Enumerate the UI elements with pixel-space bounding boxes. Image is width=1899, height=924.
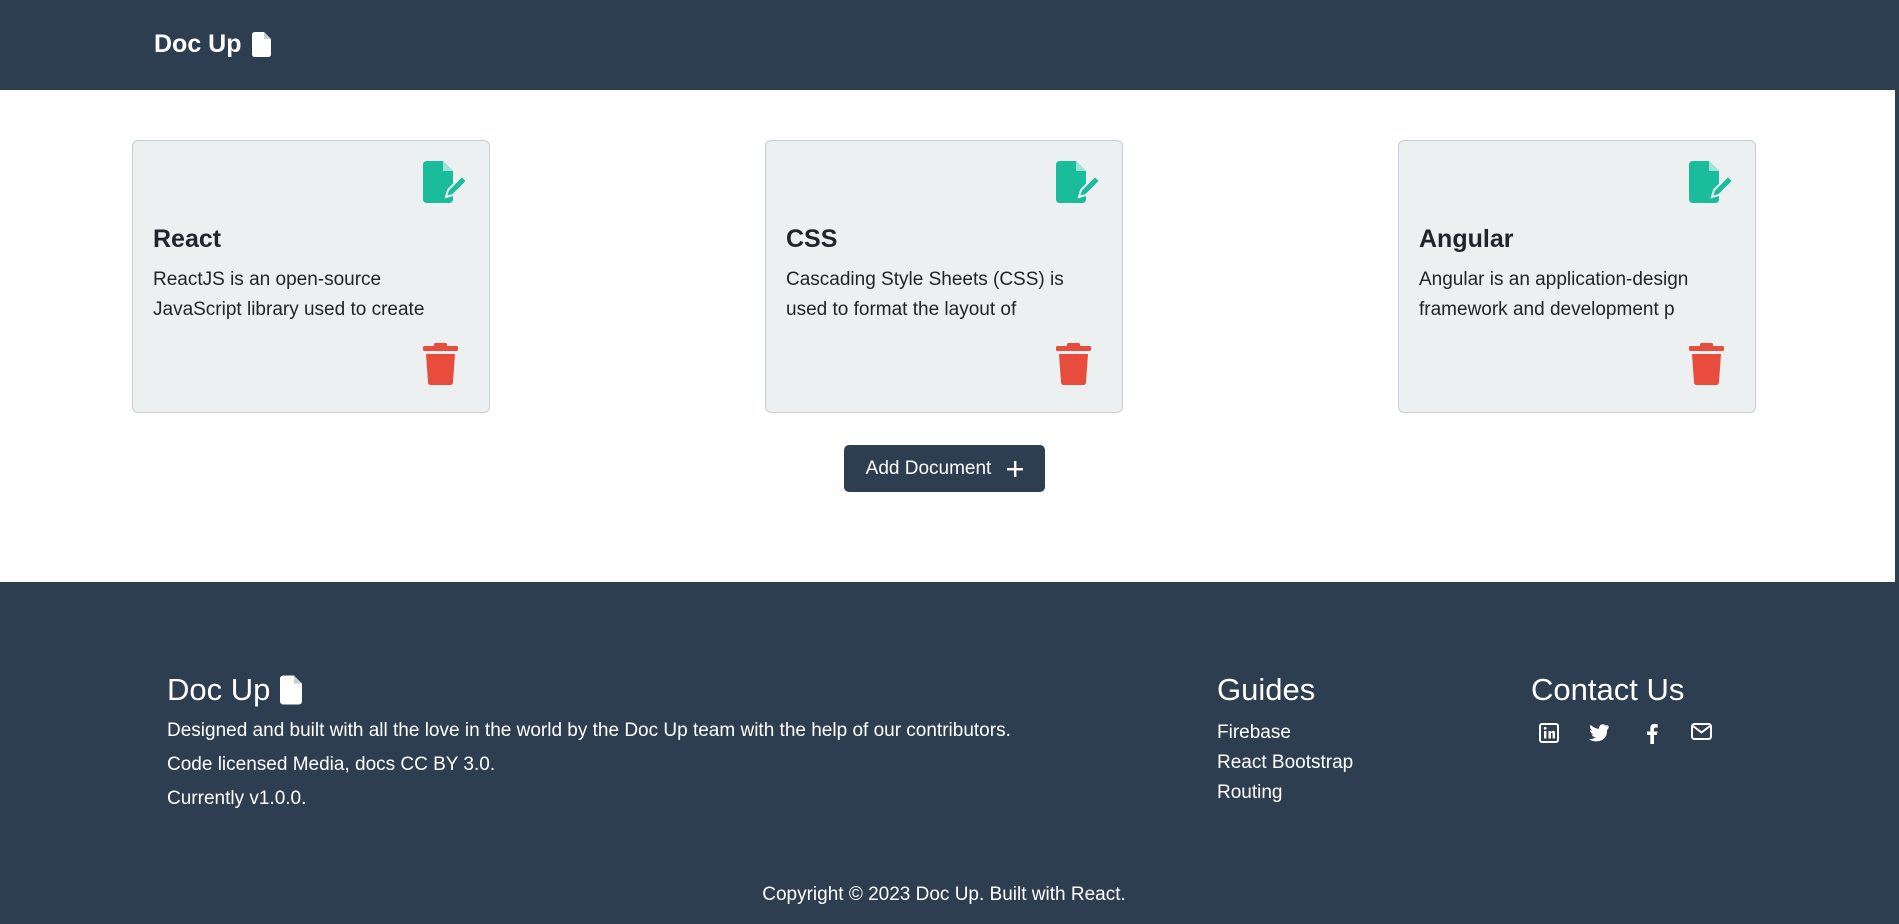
navbar: Doc Up — [0, 0, 1895, 90]
trash-icon[interactable] — [423, 343, 458, 385]
document-excerpt: ReactJS is an open-source JavaScript lib… — [153, 269, 425, 320]
document-card[interactable]: CSS Cascading Style Sheets (CSS) is used… — [765, 140, 1123, 413]
document-card[interactable]: Angular Angular is an application-design… — [1398, 140, 1756, 413]
document-card[interactable]: React ReactJS is an open-source JavaScri… — [132, 140, 490, 413]
footer-brand-label: Doc Up — [167, 672, 271, 707]
navbar-brand[interactable]: Doc Up — [154, 30, 271, 59]
document-title: Angular — [1419, 225, 1514, 253]
document-excerpt: Cascading Style Sheets (CSS) is used to … — [786, 269, 1064, 320]
footer-description: Designed and built with all the love in … — [167, 720, 1011, 741]
guide-link-routing[interactable]: Routing — [1217, 782, 1283, 804]
brand-label: Doc Up — [154, 30, 242, 58]
linkedin-icon[interactable] — [1539, 723, 1561, 745]
footer: Doc Up Designed and built with all the l… — [0, 582, 1895, 924]
file-pen-icon[interactable] — [1689, 161, 1735, 203]
trash-icon[interactable] — [1056, 343, 1091, 385]
guide-link-react-bootstrap[interactable]: React Bootstrap — [1217, 752, 1353, 774]
scrollbar[interactable] — [1895, 0, 1899, 924]
contact-heading: Contact Us — [1531, 672, 1685, 707]
footer-version: Currently v1.0.0. — [167, 788, 307, 809]
envelope-icon[interactable] — [1691, 723, 1713, 745]
document-excerpt: Angular is an application-design framewo… — [1419, 269, 1689, 320]
guides-heading: Guides — [1217, 672, 1316, 707]
file-pen-icon[interactable] — [423, 161, 469, 203]
file-icon — [280, 675, 303, 705]
facebook-icon[interactable] — [1646, 723, 1668, 745]
document-title: React — [153, 225, 222, 253]
file-pen-icon[interactable] — [1056, 161, 1102, 203]
trash-icon[interactable] — [1689, 343, 1724, 385]
add-document-label: Add Document — [865, 457, 992, 479]
footer-brand: Doc Up — [167, 672, 303, 708]
file-icon — [251, 32, 271, 57]
add-document-button[interactable]: Add Document — [844, 445, 1045, 492]
guide-link-firebase[interactable]: Firebase — [1217, 722, 1291, 744]
twitter-icon[interactable] — [1588, 723, 1610, 745]
plus-icon — [1007, 460, 1024, 477]
copyright: Copyright © 2023 Doc Up. Built with Reac… — [762, 884, 1126, 905]
footer-license: Code licensed Media, docs CC BY 3.0. — [167, 754, 496, 775]
document-title: CSS — [786, 225, 838, 253]
